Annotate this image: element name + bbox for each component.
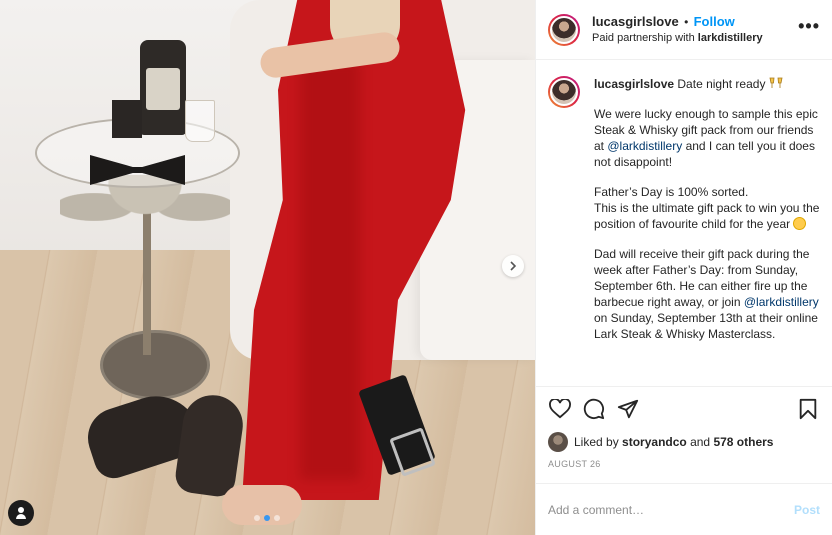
- carousel-dot-active: [264, 515, 270, 521]
- comment-bar: Post: [536, 483, 832, 535]
- partnership-prefix: Paid partnership with: [592, 31, 695, 44]
- caption-avatar[interactable]: [548, 76, 580, 108]
- caption-row: lucasgirlslove Date night ready We were …: [548, 76, 820, 342]
- likes-text: Liked by storyandco and 578 others: [574, 435, 773, 449]
- caption-p3-after: on Sunday, September 13th at their onlin…: [594, 311, 818, 341]
- avatar-image: [550, 78, 578, 106]
- caption-p2-line1: Father’s Day is 100% sorted.: [594, 185, 749, 199]
- post-header: lucasgirlslove • Follow Paid partnership…: [536, 0, 832, 60]
- action-bar: [536, 387, 832, 431]
- comment-icon[interactable]: [582, 397, 606, 421]
- paper-plane-icon[interactable]: [616, 397, 640, 421]
- likes-summary: Liked by storyandco and 578 others: [536, 431, 832, 453]
- bookmark-icon[interactable]: [796, 397, 820, 421]
- post-photo[interactable]: [0, 0, 535, 535]
- photo-gift-box: [112, 100, 142, 138]
- user-tag-icon[interactable]: [8, 500, 34, 526]
- header-text: lucasgirlslove • Follow Paid partnership…: [592, 14, 798, 46]
- caption-headline: Date night ready: [677, 77, 766, 91]
- partner-link[interactable]: larkdistillery: [698, 32, 763, 44]
- photo-whisky-glass: [185, 100, 215, 142]
- author-username[interactable]: lucasgirlslove: [592, 14, 679, 29]
- heart-icon[interactable]: [548, 397, 572, 421]
- chevron-right-icon[interactable]: [502, 255, 524, 277]
- carousel-dot: [254, 515, 260, 521]
- photo-bottle-label: [146, 68, 180, 110]
- liker-avatar[interactable]: [548, 432, 568, 452]
- instagram-post: lucasgirlslove • Follow Paid partnership…: [0, 0, 832, 535]
- liker-username[interactable]: storyandco: [622, 435, 687, 449]
- post-date[interactable]: AUGUST 26: [536, 453, 832, 483]
- avatar-image: [550, 15, 578, 44]
- likes-middle: and: [690, 435, 711, 449]
- caption-area[interactable]: lucasgirlslove Date night ready We were …: [536, 60, 832, 387]
- carousel-dot: [274, 515, 280, 521]
- likes-prefix: Liked by: [574, 435, 619, 449]
- avatar[interactable]: [548, 13, 580, 46]
- post-comment-button[interactable]: Post: [794, 503, 820, 517]
- post-sidebar: lucasgirlslove • Follow Paid partnership…: [535, 0, 832, 535]
- caption-p2-line2: This is the ultimate gift pack to win yo…: [594, 201, 820, 231]
- photo-table-base: [100, 330, 210, 400]
- more-options-button[interactable]: •••: [798, 16, 820, 43]
- person-glyph: [16, 507, 26, 519]
- mention-link[interactable]: @larkdistillery: [744, 295, 819, 309]
- smiley-emoji-icon: [793, 217, 807, 230]
- photo-dress-shade: [300, 60, 360, 480]
- paid-partnership-label: Paid partnership with larkdistillery: [592, 30, 798, 46]
- clinking-glasses-emoji-icon: [769, 77, 783, 89]
- comment-input[interactable]: [548, 502, 794, 517]
- mention-link[interactable]: @larkdistillery: [607, 139, 682, 153]
- carousel-indicators: [254, 515, 280, 521]
- follow-button[interactable]: Follow: [694, 14, 735, 29]
- caption-text: lucasgirlslove Date night ready We were …: [594, 76, 820, 342]
- caption-username[interactable]: lucasgirlslove: [594, 77, 674, 91]
- likes-others-link[interactable]: 578 others: [713, 435, 773, 449]
- separator-dot: •: [684, 14, 689, 29]
